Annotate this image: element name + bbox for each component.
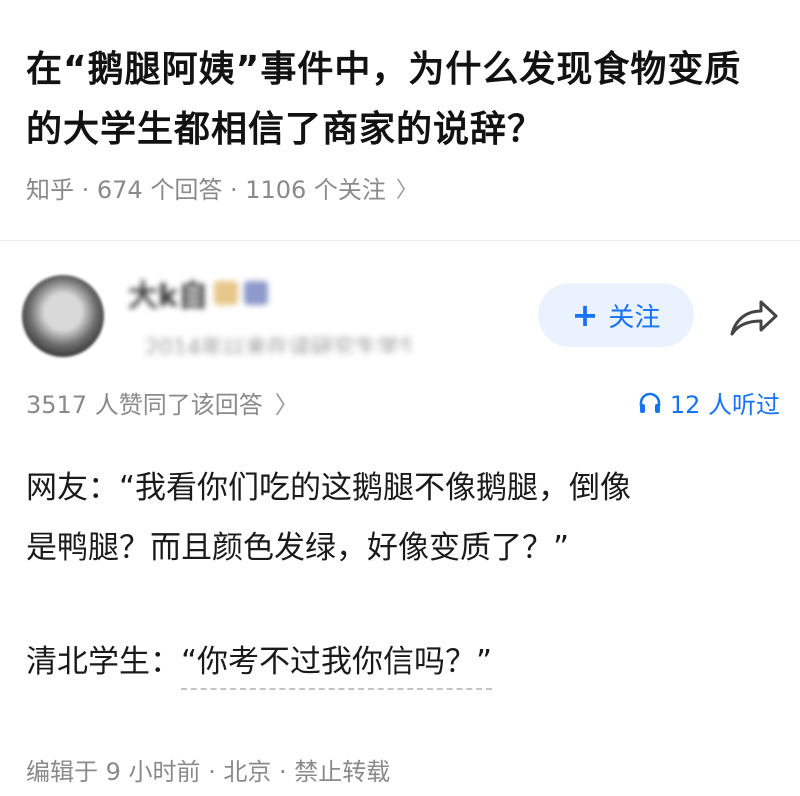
answer-quote-link[interactable]: “你考不过我你信吗？” <box>181 644 493 690</box>
vote-count[interactable]: 3517 人赞同了该回答 〉 <box>26 385 299 420</box>
answer-line: 清北学生：“你考不过我你信吗？” <box>26 636 493 690</box>
author-badge-icon <box>213 281 238 305</box>
listen-count-text: 12 人听过 <box>669 391 780 419</box>
share-icon[interactable] <box>728 296 780 340</box>
vote-count-text: 3517 人赞同了该回答 <box>26 391 263 419</box>
headphones-icon <box>639 392 661 413</box>
author-name[interactable]: 大k自 <box>128 275 268 314</box>
edit-info: 编辑于 9 小时前 · 北京 · 禁止转载 <box>26 758 391 786</box>
divider <box>0 240 800 241</box>
answer-line: 网友：“我看你们吃的这鹅腿不像鹅腿，倒像 <box>26 470 632 506</box>
follow-button[interactable]: + 关注 <box>538 283 694 347</box>
answer-line: 是鸭腿？而且颜色发绿，好像变质了？” <box>26 530 570 566</box>
question-meta-text: 知乎 · 674 个回答 · 1106 个关注 <box>26 176 386 204</box>
listen-count[interactable]: 12 人听过 <box>638 385 780 420</box>
author-name-text: 大k自 <box>128 279 208 314</box>
author-badge-icon <box>243 281 268 305</box>
author-bio: 2014年以来在读研究生学生 <box>145 336 410 354</box>
question-meta[interactable]: 知乎 · 674 个回答 · 1106 个关注 〉 <box>26 170 418 205</box>
answer-speaker: 清北学生： <box>26 644 181 680</box>
question-title[interactable]: 在“鹅腿阿姨”事件中，为什么发现食物变质的大学生都相信了商家的说辞？ <box>26 40 776 160</box>
avatar[interactable] <box>22 275 104 357</box>
chevron-right-icon: 〉 <box>274 391 299 419</box>
plus-icon: + <box>571 296 599 334</box>
chevron-right-icon: 〉 <box>395 177 418 203</box>
follow-label: 关注 <box>608 302 661 333</box>
